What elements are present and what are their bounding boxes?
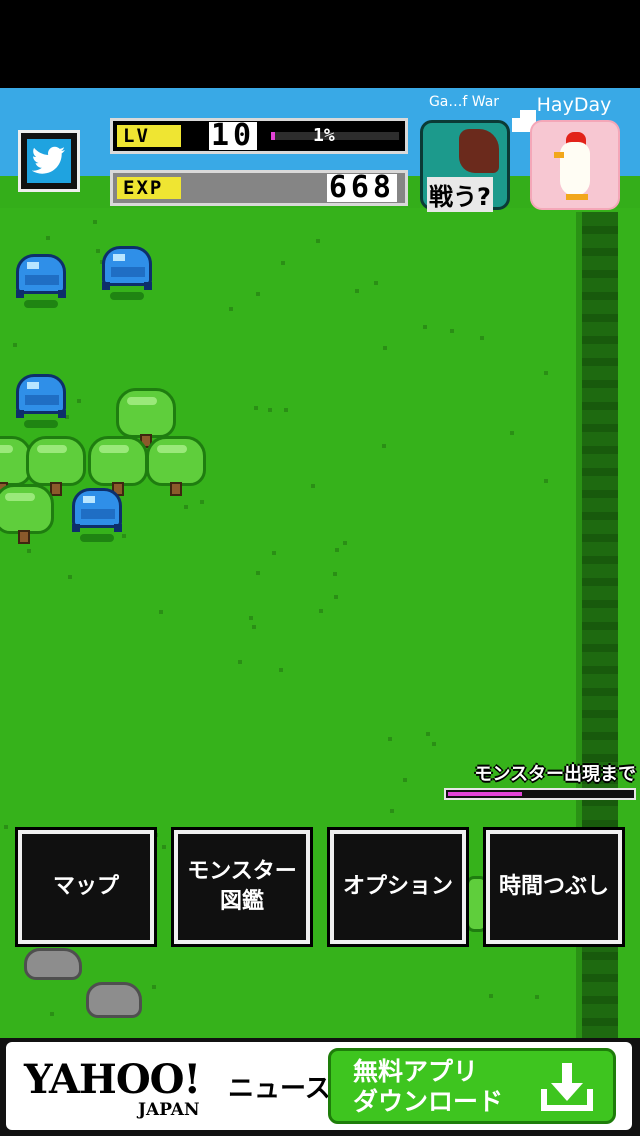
ad-banner-panel: YAHOO! JAPAN ニュース 無料アプリ ダウンロード	[6, 1042, 632, 1130]
grass-speck	[252, 625, 256, 629]
grass-speck	[50, 1012, 54, 1016]
grass-speck	[432, 742, 436, 746]
grass-speck	[423, 325, 427, 329]
spawn-timer-label: モンスター出現まで	[474, 764, 636, 785]
grass-speck	[256, 292, 260, 296]
exp-bar: EXP 668	[110, 170, 408, 206]
download-app-label: 無料アプリ ダウンロード	[353, 1057, 504, 1116]
tree	[146, 436, 206, 500]
ad-game-of-war[interactable]: 戦う?	[420, 120, 510, 212]
grass-speck	[238, 660, 242, 664]
ad-hayday[interactable]	[530, 120, 620, 210]
grass-speck	[355, 289, 359, 293]
grass-speck	[272, 551, 276, 555]
spawn-timer-bar	[444, 788, 636, 800]
options-button[interactable]: オプション	[327, 827, 469, 947]
grass-speck	[544, 371, 548, 375]
grass-speck	[343, 541, 347, 545]
dragon-icon	[459, 129, 499, 173]
grass-speck	[93, 220, 97, 224]
grass-speck	[184, 505, 188, 509]
map-button[interactable]: マップ	[15, 827, 157, 947]
grass-speck	[279, 668, 283, 672]
grass-speck	[480, 336, 484, 340]
grass-speck	[388, 737, 392, 741]
yahoo-logo-sub: JAPAN	[138, 1100, 200, 1120]
grass-speck	[390, 809, 394, 813]
grass-speck	[316, 239, 320, 243]
download-arrow-icon	[539, 1059, 595, 1115]
grass-speck	[383, 346, 387, 350]
slime-monster[interactable]	[100, 246, 154, 302]
grass-speck	[510, 431, 514, 435]
level-value: 10	[209, 118, 258, 153]
twitter-bird-icon	[27, 139, 71, 183]
grass-speck	[334, 595, 338, 599]
level-bar: LV 10 1%	[110, 118, 408, 154]
grass-speck	[229, 307, 233, 311]
grass-speck	[450, 329, 454, 333]
grass-speck	[27, 549, 31, 553]
grass-speck	[77, 399, 81, 403]
grass-speck	[374, 281, 378, 285]
grass-speck	[281, 261, 285, 265]
twitter-button[interactable]	[18, 130, 80, 192]
grass-speck	[535, 995, 539, 999]
grass-speck	[162, 845, 166, 849]
yahoo-news-label: ニュース	[228, 1074, 331, 1104]
yahoo-logo: YAHOO!	[24, 1056, 201, 1103]
ad-label-hayday: HayDay	[536, 94, 612, 116]
grass-speck	[489, 994, 493, 998]
grass-speck	[4, 825, 8, 829]
exp-value: 668	[326, 170, 397, 205]
monster-encyclopedia-button[interactable]: モンスター 図鑑	[171, 827, 313, 947]
level-percent: 1%	[313, 125, 335, 146]
grass-speck	[335, 548, 339, 552]
grass-speck	[382, 444, 386, 448]
grass-speck	[154, 833, 158, 837]
grass-speck	[311, 484, 315, 488]
slime-monster[interactable]	[14, 374, 68, 430]
level-progress-bar	[271, 132, 399, 140]
grass-speck	[319, 609, 323, 613]
grass-speck	[333, 572, 337, 576]
grass-speck	[256, 571, 260, 575]
grass-speck	[254, 406, 258, 410]
grass-speck	[200, 500, 204, 504]
grass-speck	[159, 610, 163, 614]
ad-icon-text: 戦う?	[427, 177, 493, 212]
grass-speck	[152, 985, 156, 989]
tree	[0, 484, 54, 548]
grass-speck	[403, 778, 407, 782]
grass-speck	[46, 236, 50, 240]
download-app-button[interactable]: 無料アプリ ダウンロード	[328, 1048, 616, 1124]
ad-label-game-of-war: Ga…f War	[428, 94, 500, 110]
grass-speck	[284, 408, 288, 412]
grass-speck	[426, 732, 430, 736]
exp-tag: EXP	[117, 177, 181, 199]
grass-speck	[249, 616, 253, 620]
chicken-icon	[552, 132, 604, 202]
grass-speck	[544, 479, 548, 483]
rock	[24, 948, 82, 980]
ad-banner[interactable]: YAHOO! JAPAN ニュース 無料アプリ ダウンロード	[0, 1038, 640, 1136]
grass-speck	[68, 575, 72, 579]
bush	[466, 876, 488, 932]
rock	[86, 982, 142, 1018]
time-killer-button[interactable]: 時間つぶし	[483, 827, 625, 947]
slime-monster[interactable]	[14, 254, 68, 310]
level-tag: LV	[117, 125, 181, 147]
grass-speck	[13, 343, 17, 347]
grass-speck	[268, 408, 272, 412]
slime-monster[interactable]	[70, 488, 124, 544]
